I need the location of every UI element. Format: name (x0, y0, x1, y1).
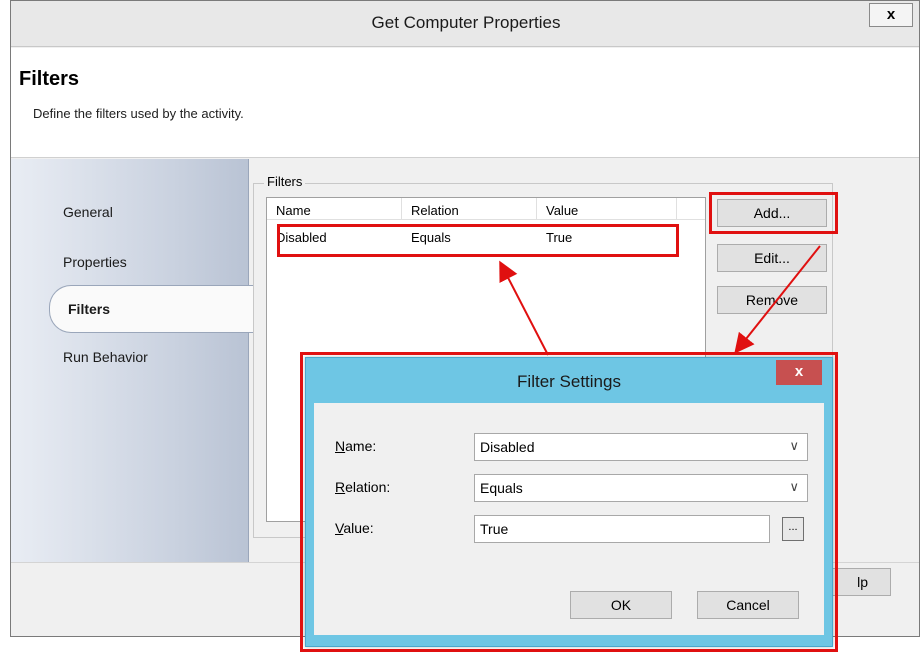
filter-row-highlight (277, 224, 679, 257)
close-button[interactable]: x (869, 3, 913, 27)
column-header-name[interactable]: Name (267, 198, 402, 220)
dialog-highlight (300, 352, 838, 652)
edit-button[interactable]: Edit... (717, 244, 827, 272)
page-title: Filters (19, 68, 80, 90)
filters-list-header: Name Relation Value (267, 198, 705, 220)
sidebar-item-general[interactable]: General (63, 204, 113, 220)
sidebar-item-properties[interactable]: Properties (63, 254, 127, 270)
page-subtitle: Define the filters used by the activity. (33, 106, 244, 121)
filters-group-label: Filters (264, 174, 306, 189)
sidebar-item-run-behavior[interactable]: Run Behavior (63, 349, 148, 365)
column-header-value[interactable]: Value (537, 198, 677, 220)
remove-button[interactable]: Remove (717, 286, 827, 314)
window-title: Get Computer Properties (371, 13, 561, 32)
column-header-relation[interactable]: Relation (402, 198, 537, 220)
sidebar: General Properties Filters Run Behavior (11, 159, 254, 562)
title-bar: Get Computer Properties x (11, 1, 919, 47)
page-header: Filters Define the filters used by the a… (11, 48, 919, 158)
add-button-highlight (709, 192, 838, 234)
sidebar-item-filters[interactable]: Filters (49, 285, 254, 333)
